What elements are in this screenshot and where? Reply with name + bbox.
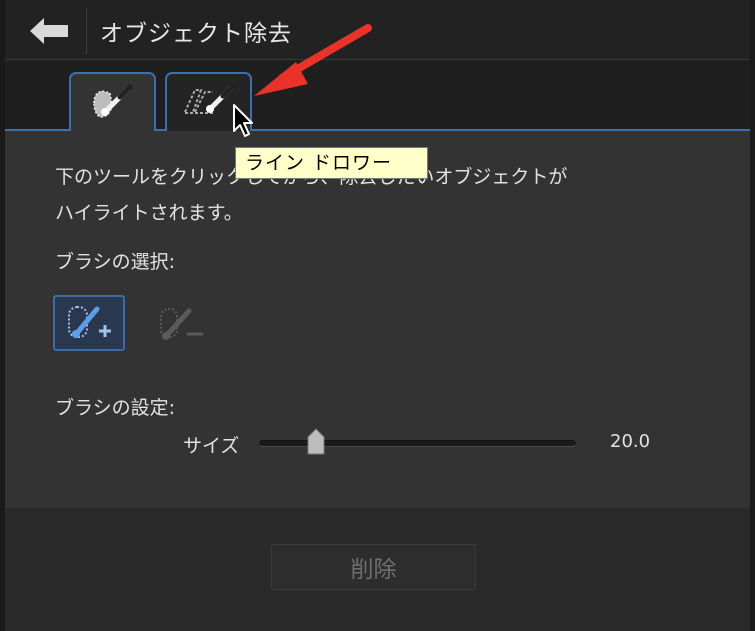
brush-selection-label: ブラシの選択:	[55, 251, 176, 273]
delete-button[interactable]: 削除	[271, 544, 476, 590]
panel-header: オブジェクト除去	[5, 0, 750, 60]
tab-smart-brush[interactable]	[69, 72, 156, 133]
back-arrow-icon	[29, 18, 68, 44]
panel-footer: 削除	[5, 508, 750, 631]
brush-settings-label: ブラシの設定:	[55, 397, 176, 419]
back-button[interactable]	[13, 8, 87, 54]
brush-add-icon	[68, 306, 111, 338]
size-label: サイズ	[183, 435, 240, 457]
instruction-line-2: ハイライトされます。	[55, 202, 243, 224]
subtract-brush-button[interactable]	[145, 295, 217, 351]
brush-subtract-icon	[160, 308, 203, 340]
mouse-cursor-icon	[233, 104, 253, 137]
size-slider-thumb[interactable]	[306, 428, 326, 456]
add-brush-button[interactable]	[53, 295, 125, 351]
panel-content: 下のツールをクリックしてから、除去したいオブジェクトが ハイライトされます。 ブ…	[5, 131, 750, 508]
tool-tabs	[5, 60, 750, 133]
annotation-arrow-icon	[254, 24, 372, 96]
object-removal-panel: オブジェクト除去 下のツールをクリックしてから、除去したいオブジェクトが	[5, 0, 750, 631]
brush-selection-icon	[92, 84, 132, 118]
size-value: 20.0	[610, 431, 651, 452]
line-drawer-tooltip: ライン ドロワー	[235, 147, 428, 179]
line-drawer-icon	[183, 83, 235, 114]
